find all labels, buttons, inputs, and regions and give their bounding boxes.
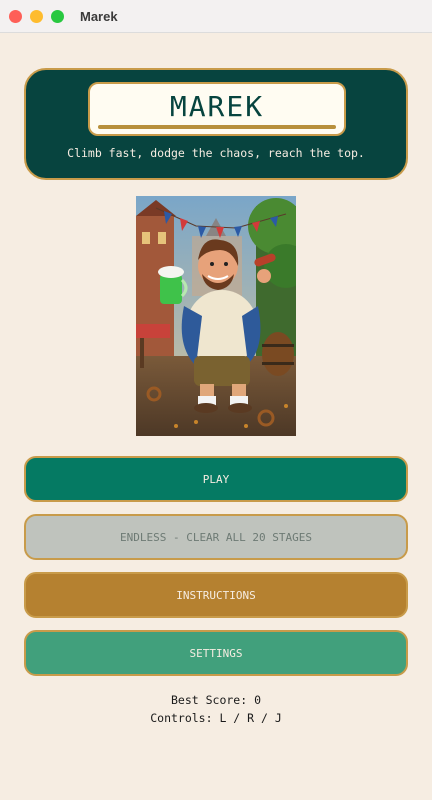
logo: MAREK — [88, 82, 346, 136]
title-bar[interactable]: Marek — [0, 0, 432, 33]
zoom-window-button[interactable] — [51, 9, 64, 23]
minimize-window-button[interactable] — [30, 9, 43, 23]
close-window-button[interactable] — [9, 9, 22, 23]
window-controls — [9, 9, 64, 23]
game-title: MAREK — [169, 90, 265, 123]
window-title: Marek — [80, 8, 118, 24]
app-window: Marek MAREK Climb fast, dodge the chaos,… — [0, 0, 432, 800]
logo-underline — [98, 125, 336, 129]
instructions-button[interactable]: INSTRUCTIONS — [24, 572, 408, 618]
tagline: Climb fast, dodge the chaos, reach the t… — [67, 146, 365, 160]
header-card: MAREK Climb fast, dodge the chaos, reach… — [24, 68, 408, 180]
endless-button[interactable]: ENDLESS - CLEAR ALL 20 STAGES — [24, 514, 408, 560]
character-illustration — [136, 196, 296, 436]
settings-button[interactable]: SETTINGS — [24, 630, 408, 676]
character-illustration-icon — [136, 196, 296, 436]
best-score: Best Score: 0 — [170, 693, 261, 707]
play-button[interactable]: PLAY — [24, 456, 408, 502]
controls-hint: Controls: L / R / J — [150, 711, 282, 725]
